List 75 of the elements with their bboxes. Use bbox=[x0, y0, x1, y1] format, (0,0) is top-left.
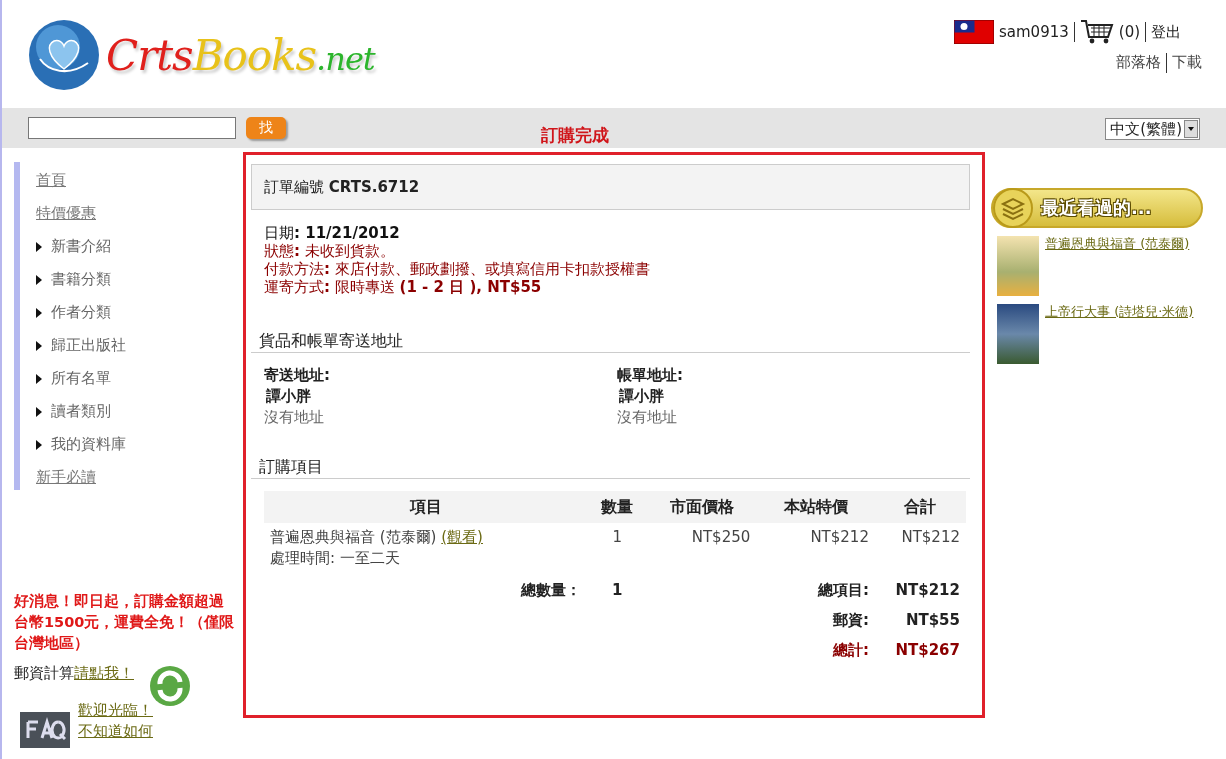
order-info-line: 日期: 11/21/2012 bbox=[264, 224, 401, 242]
search-field[interactable] bbox=[28, 117, 236, 139]
sidebar-link[interactable]: 新手必讀 bbox=[36, 467, 96, 488]
section-heading: 訂購項目 bbox=[251, 456, 970, 479]
recipient-name: 譚小胖 bbox=[618, 386, 665, 407]
total-quantity-value: 1 bbox=[612, 581, 623, 599]
recipient-name: 譚小胖 bbox=[265, 386, 312, 407]
recent-book-link[interactable]: 普遍恩典與福音 (范泰爾) bbox=[1045, 236, 1195, 252]
address-text: 沒有地址 bbox=[264, 407, 325, 428]
flag-icon bbox=[954, 19, 994, 44]
order-number-header: 訂單編號 CRTS.6712 bbox=[251, 164, 970, 210]
username-link[interactable]: sam0913 bbox=[999, 22, 1069, 41]
postage-link[interactable]: 請點我！ bbox=[74, 664, 134, 683]
column-header: 項目 bbox=[264, 491, 588, 523]
table-cell: NT$212 bbox=[901, 528, 960, 546]
triangle-icon bbox=[36, 340, 42, 351]
processing-time: 處理時間: 一至二天 bbox=[270, 549, 400, 567]
total-value: NT$212 bbox=[895, 581, 960, 599]
table-cell: NT$212 bbox=[810, 528, 869, 546]
order-info-line: 付款方法: 來店付款、郵政劃撥、或填寫信用卡扣款授權書 bbox=[264, 260, 651, 278]
triangle-icon bbox=[36, 241, 42, 252]
cart-count[interactable]: (0) bbox=[1118, 22, 1141, 41]
column-header: 市面價格 bbox=[646, 491, 757, 523]
view-link[interactable]: (觀看) bbox=[441, 528, 483, 546]
order-info-line: 狀態: 未收到貨款。 bbox=[264, 242, 396, 260]
sidebar-item[interactable]: 新書介紹 bbox=[51, 236, 111, 257]
sidebar-item[interactable]: 作者分類 bbox=[51, 302, 111, 323]
refresh-icon bbox=[148, 664, 192, 708]
total-quantity-label: 總數量： bbox=[521, 580, 582, 599]
triangle-icon bbox=[36, 373, 42, 384]
top-link[interactable]: 部落格 bbox=[1116, 53, 1161, 72]
column-header: 合計 bbox=[874, 491, 966, 523]
total-label: 郵資: bbox=[832, 610, 869, 629]
sidebar-item[interactable]: 讀者類別 bbox=[51, 401, 111, 422]
sidebar-item[interactable]: 歸正出版社 bbox=[51, 335, 126, 356]
recently-viewed-banner: 最近看過的... bbox=[991, 188, 1203, 228]
sidebar-item[interactable]: 書籍分類 bbox=[51, 269, 111, 290]
section-heading: 貨品和帳單寄送地址 bbox=[251, 330, 970, 353]
address-text: 沒有地址 bbox=[617, 407, 678, 428]
sidebar-link[interactable]: 首頁 bbox=[36, 170, 66, 191]
triangle-icon bbox=[36, 406, 42, 417]
site-logo[interactable]: CrtsBooks.net bbox=[106, 30, 375, 80]
sidebar-link[interactable]: 特價優惠 bbox=[36, 203, 96, 224]
dropdown-icon bbox=[1184, 120, 1198, 138]
order-info-line: 運寄方式: 限時專送 (1 - 2 日 ), NT$55 bbox=[264, 278, 543, 296]
column-header: 數量 bbox=[587, 491, 647, 523]
total-label: 總項目: bbox=[817, 580, 869, 599]
postage-label: 郵資計算 bbox=[14, 664, 74, 683]
triangle-icon bbox=[36, 439, 42, 450]
triangle-icon bbox=[36, 274, 42, 285]
column-header: 本站特價 bbox=[756, 491, 875, 523]
faq-link[interactable]: 不知道如何 bbox=[78, 721, 153, 742]
language-select[interactable]: 中文(繁體) bbox=[1105, 118, 1200, 140]
book-cover-placeholder[interactable] bbox=[997, 304, 1039, 364]
faq-icon bbox=[20, 712, 70, 748]
top-link[interactable]: 下載 bbox=[1172, 53, 1202, 72]
books-icon bbox=[993, 188, 1033, 228]
logout-link[interactable]: 登出 bbox=[1151, 22, 1182, 41]
cart-icon[interactable] bbox=[1079, 18, 1114, 45]
page-title: 訂購完成 bbox=[541, 123, 609, 147]
total-value: NT$267 bbox=[895, 641, 960, 659]
total-label: 總計: bbox=[832, 640, 869, 659]
faq-link[interactable]: 歡迎光臨！ bbox=[78, 700, 153, 721]
sidebar-item[interactable]: 我的資料庫 bbox=[51, 434, 126, 455]
address-label: 寄送地址: bbox=[264, 365, 331, 386]
address-label: 帳單地址: bbox=[617, 365, 684, 386]
promo-text: 好消息！即日起，訂購金額超過台幣1500元，運費全免！（僅限台灣地區） bbox=[14, 592, 236, 653]
logo-icon bbox=[28, 19, 100, 91]
table-cell: 1 bbox=[612, 528, 622, 546]
item-title: 普遍恩典與福音 (范泰爾) bbox=[270, 528, 437, 546]
triangle-icon bbox=[36, 307, 42, 318]
recent-book-link[interactable]: 上帝行大事 (詩塔兒·米德) bbox=[1045, 304, 1195, 320]
table-cell: NT$250 bbox=[691, 528, 751, 546]
total-value: NT$55 bbox=[905, 611, 960, 629]
sidebar-item[interactable]: 所有名單 bbox=[51, 368, 111, 389]
